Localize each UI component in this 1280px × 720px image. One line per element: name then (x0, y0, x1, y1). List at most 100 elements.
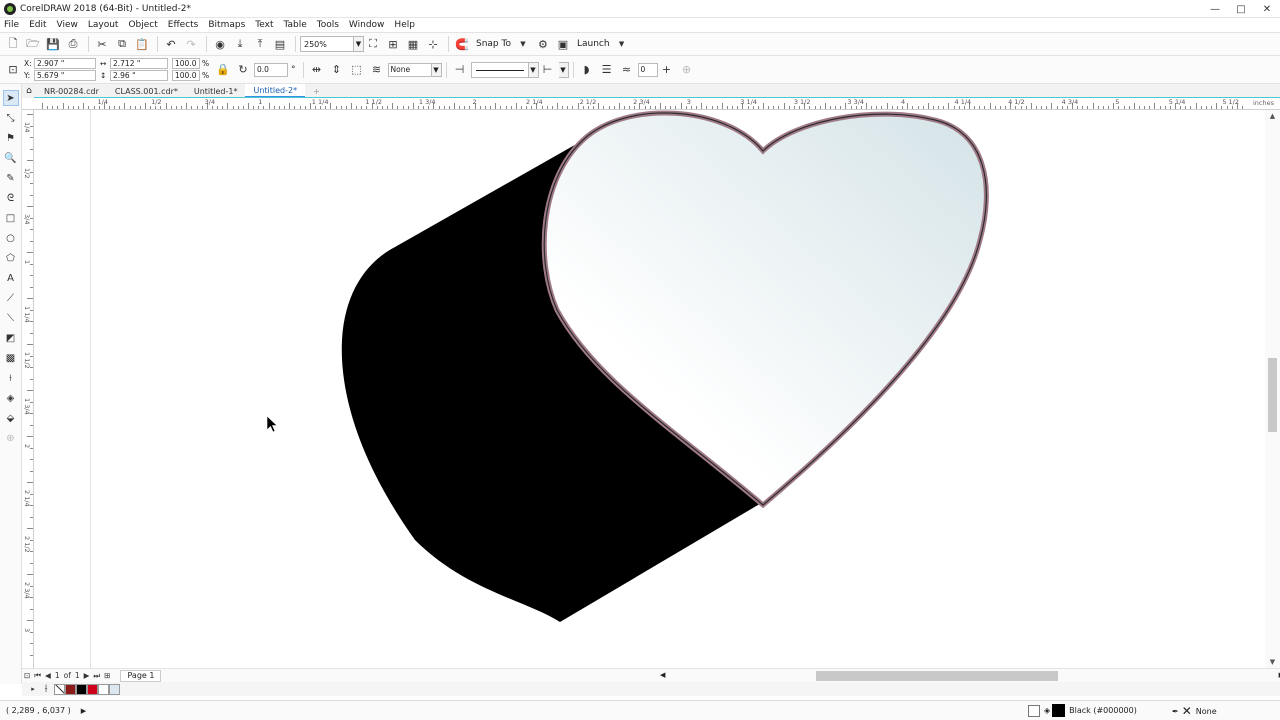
paste-icon[interactable]: 📋 (133, 35, 151, 53)
horizontal-ruler[interactable]: inches 1/4 1/2 3/4 1 1 1/4 1 1/2 1 3/4 2 2 1/4 2 … (22, 98, 1280, 110)
polygon-tool-icon[interactable]: ⬠ (3, 250, 19, 266)
wrap-text-field[interactable]: None (387, 62, 432, 77)
menu-help[interactable]: Help (394, 20, 415, 30)
mirror-horizontal-icon[interactable]: ⇹ (308, 61, 326, 79)
menu-file[interactable]: File (4, 20, 19, 30)
x-position-field[interactable]: 2.907 " (34, 58, 96, 69)
publish-pdf-icon[interactable]: ▤ (271, 35, 289, 53)
last-page-icon[interactable]: ⏭ (93, 671, 100, 681)
no-color-swatch[interactable] (54, 683, 65, 695)
menu-object[interactable]: Object (128, 20, 157, 30)
page-1-tab[interactable]: Page 1 (120, 669, 162, 682)
export-icon[interactable]: ⤒ (251, 35, 269, 53)
menu-table[interactable]: Table (283, 20, 306, 30)
print-icon[interactable]: ⎙ (64, 35, 82, 53)
maximize-button[interactable]: □ (1228, 0, 1254, 18)
copy-icon[interactable]: ⧉ (113, 35, 131, 53)
eyedropper-icon[interactable]: ⟊ (40, 680, 52, 698)
zoom-tool-icon[interactable]: 🔍 (3, 150, 19, 166)
launch-icon[interactable]: ▣ (554, 35, 572, 53)
freehand-tool-icon[interactable]: ✎ (3, 170, 19, 186)
palette-swatch[interactable] (76, 683, 87, 695)
snap-icon[interactable]: 🧲 (453, 35, 471, 53)
end-arrowhead-icon[interactable]: ⊢ (539, 61, 557, 79)
no-outline-icon[interactable]: ✕ (1182, 704, 1192, 718)
new-document-icon[interactable]: 🗋 (4, 35, 22, 53)
plus-icon[interactable]: + (658, 61, 676, 79)
outline-pen-icon[interactable]: ✒ (1172, 707, 1179, 716)
horizontal-scroll-thumb[interactable] (816, 671, 1058, 681)
menu-layout[interactable]: Layout (88, 20, 119, 30)
menu-effects[interactable]: Effects (168, 20, 199, 30)
next-page-icon[interactable]: ▶ (84, 671, 90, 680)
height-field[interactable]: 2.96 " (110, 70, 168, 81)
rotation-icon[interactable]: ↻ (234, 61, 252, 79)
show-grid-icon[interactable]: ▦ (404, 35, 422, 53)
start-arrowhead-icon[interactable]: ⊣ (451, 61, 469, 79)
outline-width-icon[interactable]: ≈ (618, 61, 636, 79)
palette-swatch[interactable] (65, 683, 76, 695)
eyedropper-tool-icon[interactable]: ⟊ (3, 370, 19, 386)
minimize-button[interactable]: — (1202, 0, 1228, 18)
mirror-vertical-icon[interactable]: ⇕ (328, 61, 346, 79)
close-button[interactable]: ✕ (1254, 0, 1280, 18)
y-position-field[interactable]: 5.679 " (34, 70, 96, 81)
show-guidelines-icon[interactable]: ⊹ (424, 35, 442, 53)
scale-height-field[interactable]: 100.0 (172, 70, 200, 81)
convert-icon[interactable]: ⬚ (348, 61, 366, 79)
launch-dropdown[interactable]: Launch (577, 39, 610, 49)
fill-bucket-icon[interactable]: ◈ (1044, 706, 1050, 715)
menu-view[interactable]: View (57, 20, 78, 30)
tab-untitled-2[interactable]: Untitled-2* (245, 84, 306, 98)
full-screen-icon[interactable]: ⛶ (364, 35, 382, 53)
chevron-down-icon[interactable]: ▼ (528, 61, 539, 78)
scroll-left-icon[interactable]: ◀ (660, 671, 665, 679)
first-page-icon[interactable]: ⏮ (34, 671, 41, 681)
chevron-down-icon[interactable]: ▼ (613, 35, 631, 53)
zoom-level-field[interactable]: 250% (300, 36, 354, 52)
ellipse-tool-icon[interactable]: ○ (3, 230, 19, 246)
width-field[interactable]: 2.712 " (110, 58, 168, 69)
menu-tools[interactable]: Tools (317, 20, 339, 30)
scroll-up-icon[interactable]: ▲ (1265, 110, 1280, 122)
import-icon[interactable]: ⤓ (231, 35, 249, 53)
crop-tool-icon[interactable]: ⚑ (3, 130, 19, 146)
drop-shadow-icon[interactable]: ◩ (3, 330, 19, 346)
chevron-down-icon[interactable]: ▼ (514, 35, 532, 53)
quick-customize-icon[interactable]: ⊕ (678, 61, 696, 79)
snap-to-dropdown[interactable]: Snap To (476, 39, 511, 49)
artistic-media-icon[interactable]: ᘓ (3, 190, 19, 206)
chevron-down-icon[interactable]: ▼ (558, 61, 569, 78)
fit-page-icon[interactable]: ⊡ (24, 671, 30, 680)
add-page-icon[interactable]: ⊞ (104, 671, 110, 680)
status-arrow-icon[interactable]: ▶ (81, 707, 86, 715)
wrap-text-icon[interactable]: ≋ (368, 61, 386, 79)
options-gear-icon[interactable]: ⚙ (534, 35, 552, 53)
save-icon[interactable]: 💾 (44, 35, 62, 53)
rectangle-tool-icon[interactable]: □ (3, 210, 19, 226)
tab-class-001[interactable]: CLASS.001.cdr* (107, 84, 186, 98)
menu-edit[interactable]: Edit (29, 20, 46, 30)
menu-window[interactable]: Window (349, 20, 385, 30)
palette-arrow-icon[interactable]: ▸ (28, 680, 38, 698)
transparency-tool-icon[interactable]: ▩ (3, 350, 19, 366)
text-wrap-icon[interactable]: ☰ (598, 61, 616, 79)
cut-icon[interactable]: ✂ (93, 35, 111, 53)
vertical-ruler[interactable]: 1/4 1/2 3/4 1 1 1/4 1 1/2 1 3/4 2 2 1/4 2 1/2 2 3/… (22, 110, 34, 670)
document-palette-icon[interactable] (1028, 704, 1040, 717)
menu-text[interactable]: Text (255, 20, 273, 30)
tab-untitled-1[interactable]: Untitled-1* (186, 84, 246, 98)
palette-swatch[interactable] (109, 683, 120, 695)
object-origin-icon[interactable]: ⊡ (4, 61, 22, 79)
show-rulers-icon[interactable]: ⊞ (384, 35, 402, 53)
home-icon[interactable]: ⌂ (22, 84, 36, 98)
lock-ratio-icon[interactable]: 🔒 (214, 61, 232, 79)
previous-page-icon[interactable]: ◀ (45, 671, 51, 680)
chevron-down-icon[interactable]: ▼ (431, 62, 442, 77)
tab-nr-00284[interactable]: NR-00284.cdr (36, 84, 107, 98)
line-style-selector[interactable] (470, 61, 529, 78)
add-tab-icon[interactable]: + (305, 84, 328, 98)
shape-tool-icon[interactable]: ⤡ (3, 110, 19, 126)
close-curve-icon[interactable]: ◗ (578, 61, 596, 79)
parallel-dimension-icon[interactable]: ⟋ (3, 290, 19, 306)
